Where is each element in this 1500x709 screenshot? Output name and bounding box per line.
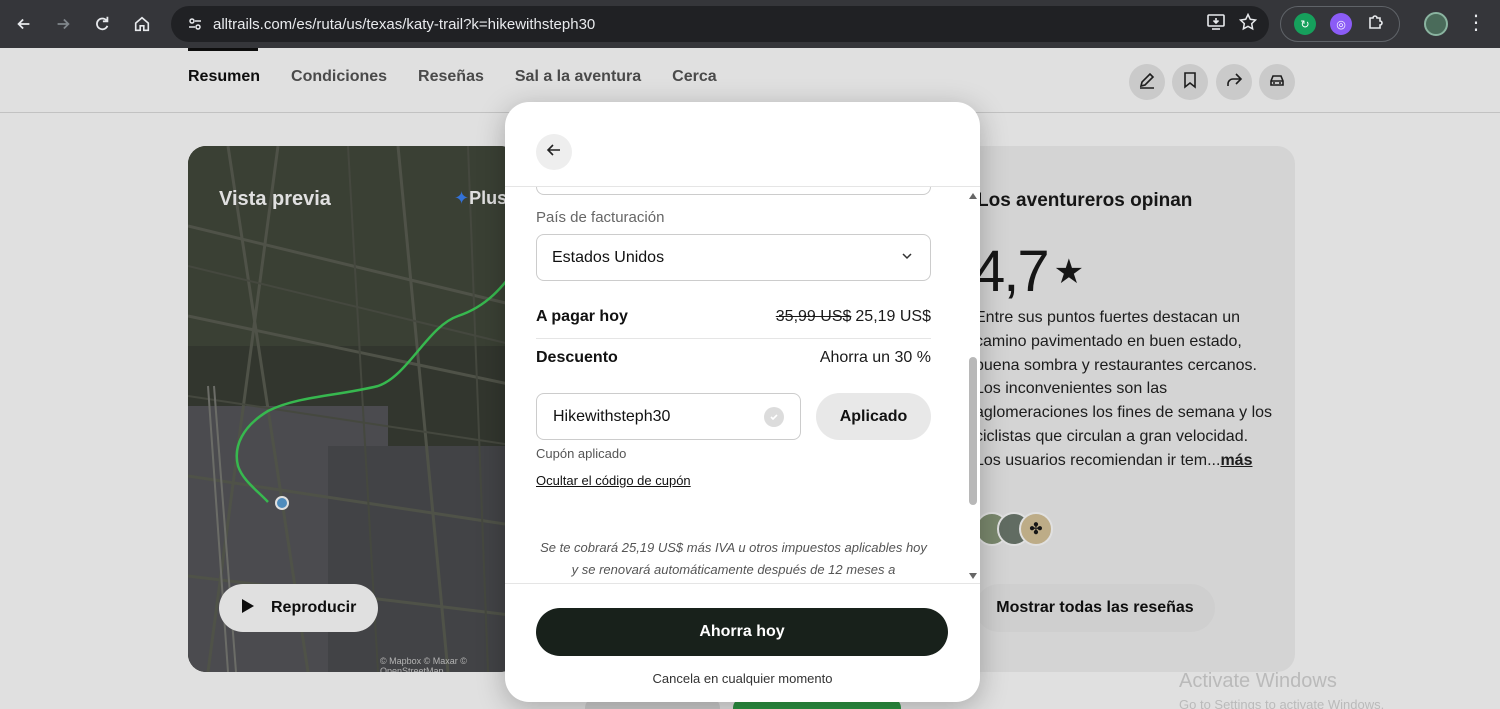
cancel-anytime-note: Cancela en cualquier momento	[652, 671, 833, 686]
price-divider	[536, 338, 931, 339]
checkout-scroll-area[interactable]: País de facturación Estados Unidos A pag…	[505, 186, 980, 584]
bookmark-star-icon[interactable]	[1238, 12, 1258, 36]
arrow-left-icon	[545, 141, 563, 164]
previous-field[interactable]	[536, 187, 931, 195]
price-display: 35,99 US$ 25,19 US$	[776, 308, 931, 326]
coupon-code: Hikewithsteph30	[553, 407, 671, 425]
back-arrow-icon[interactable]	[4, 4, 44, 44]
windows-activation-subtitle: Go to Settings to activate Windows.	[1179, 697, 1385, 709]
site-settings-icon[interactable]	[185, 14, 205, 34]
windows-activation-watermark: Activate Windows	[1179, 670, 1337, 692]
address-bar[interactable]: alltrails.com/es/ruta/us/texas/katy-trai…	[171, 6, 1269, 42]
billing-disclaimer: Se te cobrará 25,19 US$ más IVA u otros …	[540, 540, 927, 577]
pay-today-row: A pagar hoy 35,99 US$ 25,19 US$	[536, 308, 931, 326]
billing-country-label: País de facturación	[536, 209, 665, 226]
reload-icon[interactable]	[82, 4, 122, 44]
coupon-applied-button[interactable]: Aplicado	[816, 393, 931, 440]
extension-purple-icon[interactable]: ◎	[1330, 13, 1352, 35]
save-today-button[interactable]: Ahorra hoy	[536, 608, 948, 656]
scrollbar-thumb[interactable]	[969, 357, 977, 505]
browser-menu-icon[interactable]: ⋮	[1466, 10, 1486, 36]
browser-toolbar: alltrails.com/es/ruta/us/texas/katy-trai…	[0, 0, 1500, 48]
coupon-status: Cupón aplicado	[536, 446, 627, 461]
modal-back-button[interactable]	[536, 134, 572, 170]
scroll-up-arrow-icon[interactable]	[969, 193, 977, 199]
discount-value: Ahorra un 30 %	[819, 349, 931, 366]
extension-green-icon[interactable]: ↻	[1294, 13, 1316, 35]
url-text[interactable]: alltrails.com/es/ruta/us/texas/katy-trai…	[213, 16, 595, 33]
forward-arrow-icon[interactable]	[43, 4, 83, 44]
old-price: 35,99 US$	[775, 308, 852, 325]
pay-today-label: A pagar hoy	[536, 308, 628, 325]
puzzle-extensions-icon[interactable]	[1366, 12, 1386, 37]
coupon-input[interactable]: Hikewithsteph30	[536, 393, 801, 440]
billing-country-select[interactable]: Estados Unidos	[536, 234, 931, 281]
check-icon	[764, 407, 784, 427]
extensions-group: ↻ ◎	[1280, 6, 1400, 42]
checkout-modal: País de facturación Estados Unidos A pag…	[505, 102, 980, 702]
discount-row: Descuento Ahorra un 30 %	[536, 349, 931, 367]
profile-avatar[interactable]	[1424, 12, 1448, 36]
install-app-icon[interactable]	[1207, 13, 1225, 36]
hide-coupon-link[interactable]: Ocultar el código de cupón	[536, 473, 691, 488]
billing-country-value: Estados Unidos	[552, 248, 665, 266]
chevron-down-icon	[900, 249, 914, 263]
scroll-down-arrow-icon[interactable]	[969, 573, 977, 579]
discount-label: Descuento	[536, 349, 618, 366]
new-price: 25,19 US$	[855, 308, 931, 325]
modal-scrollbar[interactable]	[966, 187, 980, 583]
home-icon[interactable]	[122, 4, 162, 44]
